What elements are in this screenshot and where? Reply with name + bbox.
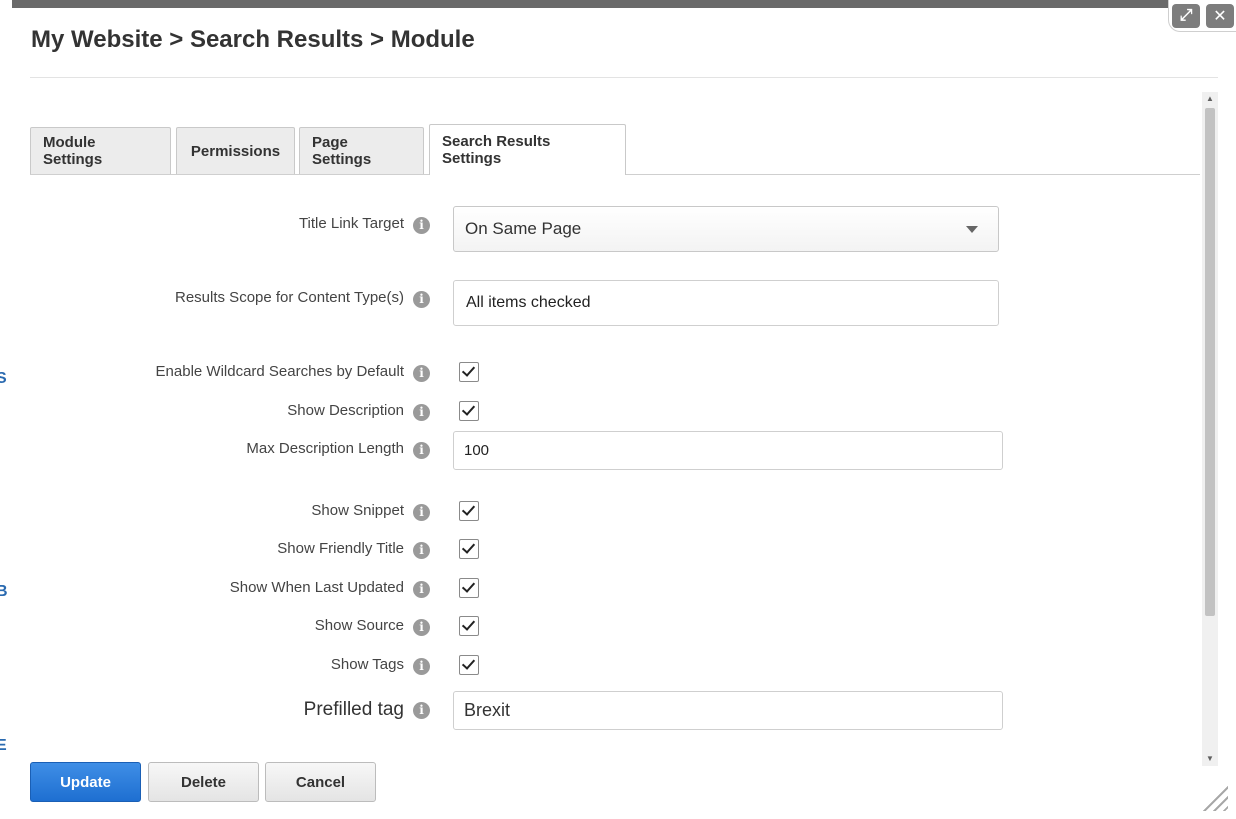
title-link-target-select[interactable]: On Same Page (453, 206, 999, 252)
show-snippet-label: Show Snippet (311, 502, 404, 519)
settings-scroll-area: ▲ ▼ Module Settings Permissions Page Set… (30, 92, 1218, 766)
prefilled-tag-label: Prefilled tag (303, 699, 404, 720)
title-link-target-label: Title Link Target (298, 215, 404, 232)
show-source-checkbox[interactable] (459, 616, 479, 636)
vertical-scrollbar[interactable]: ▲ ▼ (1202, 92, 1218, 766)
info-icon[interactable]: i (413, 291, 430, 308)
show-tags-checkbox[interactable] (459, 655, 479, 675)
show-source-label: Show Source (314, 617, 404, 634)
info-icon[interactable]: i (413, 404, 430, 421)
settings-tabs: Module Settings Permissions Page Setting… (30, 124, 1200, 175)
checkmark-icon (461, 656, 476, 670)
show-tags-label: Show Tags (330, 656, 404, 673)
tab-module-settings[interactable]: Module Settings (30, 127, 171, 174)
show-when-last-updated-label: Show When Last Updated (229, 579, 404, 596)
checkmark-icon (461, 617, 476, 631)
window-controls: ⤢ ✕ (1168, 0, 1236, 32)
info-icon[interactable]: i (413, 542, 430, 559)
show-friendly-title-label: Show Friendly Title (277, 540, 404, 557)
checkmark-icon (461, 540, 476, 554)
enable-wildcard-label: Enable Wildcard Searches by Default (155, 363, 404, 380)
info-icon[interactable]: i (413, 217, 430, 234)
info-icon[interactable]: i (413, 504, 430, 521)
checkmark-icon (461, 402, 476, 416)
background-overlay-strip (0, 0, 1236, 8)
cancel-button[interactable]: Cancel (265, 762, 376, 802)
scrollbar-thumb[interactable] (1205, 108, 1215, 616)
close-icon[interactable]: ✕ (1206, 3, 1234, 28)
chevron-down-icon (966, 226, 978, 233)
info-icon[interactable]: i (413, 619, 430, 636)
show-description-label: Show Description (287, 402, 404, 419)
info-icon[interactable]: i (413, 365, 430, 382)
prefilled-tag-input[interactable] (453, 691, 1003, 730)
results-scope-multiselect[interactable]: All items checked (453, 280, 999, 326)
max-description-length-input[interactable] (453, 431, 1003, 470)
show-friendly-title-checkbox[interactable] (459, 539, 479, 559)
tab-search-results-settings[interactable]: Search Results Settings (429, 124, 626, 175)
show-when-last-updated-checkbox[interactable] (459, 578, 479, 598)
checkmark-icon (461, 579, 476, 593)
results-scope-label: Results Scope for Content Type(s) (175, 289, 404, 306)
title-divider (30, 77, 1218, 78)
max-description-length-label: Max Description Length (246, 440, 404, 457)
checkmark-icon (461, 502, 476, 516)
tab-permissions[interactable]: Permissions (176, 127, 295, 174)
background-text-fragment: B (0, 583, 8, 600)
info-icon[interactable]: i (413, 442, 430, 459)
maximize-icon[interactable]: ⤢ (1172, 3, 1200, 28)
title-link-target-value: On Same Page (465, 219, 582, 238)
dialog-footer: Update Delete Cancel (30, 762, 1218, 802)
info-icon[interactable]: i (413, 581, 430, 598)
tab-page-settings[interactable]: Page Settings (299, 127, 424, 174)
show-description-checkbox[interactable] (459, 401, 479, 421)
module-settings-dialog: ⤢ ✕ My Website > Search Results > Module… (8, 0, 1236, 819)
delete-button[interactable]: Delete (148, 762, 259, 802)
show-snippet-checkbox[interactable] (459, 501, 479, 521)
scroll-up-arrow-icon[interactable]: ▲ (1202, 92, 1218, 106)
background-text-fragment: E (0, 737, 7, 754)
info-icon[interactable]: i (413, 658, 430, 675)
enable-wildcard-checkbox[interactable] (459, 362, 479, 382)
background-text-fragment: S (0, 370, 7, 387)
checkmark-icon (461, 363, 476, 377)
page-title: My Website > Search Results > Module (31, 26, 475, 53)
info-icon[interactable]: i (413, 702, 430, 719)
update-button[interactable]: Update (30, 762, 141, 802)
